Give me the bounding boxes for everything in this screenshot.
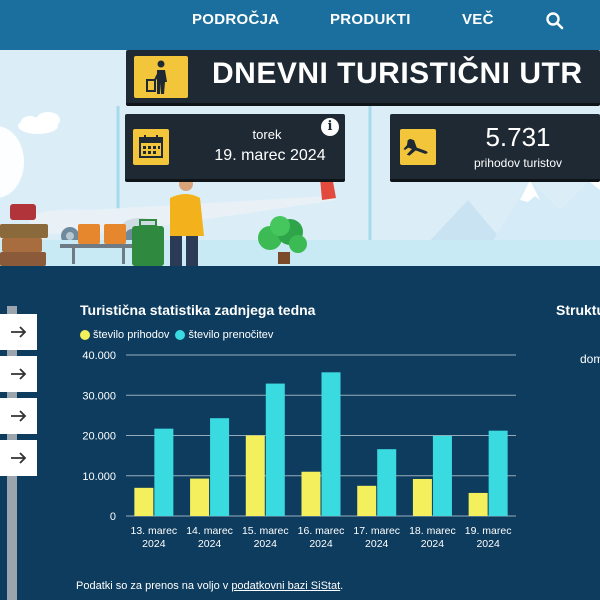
calendar-icon [133, 129, 169, 165]
arrivals-board: 5.731 prihodov turistov [390, 114, 600, 182]
legend-swatch-nights [175, 330, 186, 340]
data-source-note: Podatki so za prenos na voljo v podatkov… [76, 580, 343, 592]
chart-title: Turistična statistika zadnjega tedna [80, 302, 316, 318]
bar-nights [154, 428, 174, 516]
arrow-button-2[interactable] [0, 356, 37, 392]
x-tick-label: 2024 [476, 538, 500, 550]
sistat-link[interactable]: podatkovni bazi SiStat [231, 580, 340, 592]
x-tick-label: 2024 [254, 538, 278, 550]
x-tick-label: 2024 [198, 538, 222, 550]
y-tick-label: 40.000 [82, 350, 116, 362]
green-suitcase [132, 226, 164, 266]
data-source-prefix: Podatki so za prenos na voljo v [76, 580, 232, 592]
arrow-right-icon [10, 452, 26, 464]
arrow-button-3[interactable] [0, 398, 37, 434]
date-board: torek 19. marec 2024 i [125, 114, 345, 182]
bar-arrivals [412, 478, 432, 516]
bar-arrivals [190, 478, 210, 516]
structure-chart-title: Struktu [556, 302, 600, 318]
nav-item-vec[interactable]: VEČ [462, 11, 494, 28]
x-tick-label: 2024 [365, 538, 389, 550]
bar-nights [321, 372, 341, 516]
arrivals-label: prihodov turistov [473, 156, 563, 170]
x-tick-label: 16. marec [298, 525, 345, 537]
date-day: torek [252, 127, 282, 142]
title-board: DNEVNI TURISTIČNI UTR [126, 50, 600, 106]
y-tick-label: 10.000 [82, 471, 116, 483]
legend-label-nights: število prenočitev [188, 329, 274, 341]
y-tick-label: 0 [110, 511, 116, 523]
arrow-right-icon [10, 368, 26, 380]
arrivals-count: 5.731 [485, 122, 551, 152]
bar-nights [432, 435, 452, 516]
bar-arrivals [357, 485, 377, 516]
info-icon[interactable]: i [321, 118, 339, 136]
x-tick-label: 2024 [309, 538, 333, 550]
date-value: 19. marec 2024 [214, 147, 326, 164]
bar-nights [265, 383, 285, 516]
bar-arrivals [468, 492, 488, 516]
arrow-button-1[interactable] [0, 314, 37, 350]
y-tick-label: 30.000 [82, 390, 116, 402]
arrow-right-icon [10, 326, 26, 338]
arrow-right-icon [10, 410, 26, 422]
x-tick-label: 2024 [421, 538, 445, 550]
x-tick-label: 17. marec [353, 525, 400, 537]
data-source-suffix: . [340, 580, 344, 592]
nav-item-podrocja[interactable]: PODROČJA [192, 11, 279, 28]
x-tick-label: 2024 [142, 538, 166, 550]
hero-banner: DNEVNI TURISTIČNI UTR torek 19. marec 20… [0, 50, 600, 266]
legend-item-arrivals[interactable]: število prihodov [80, 329, 169, 341]
bar-chart: 010.00020.00030.00040.00013. marec202414… [82, 350, 516, 550]
bar-nights [210, 418, 230, 516]
page-title: DNEVNI TURISTIČNI UTR [212, 57, 583, 90]
x-tick-label: 15. marec [242, 525, 289, 537]
bar-arrivals [134, 487, 154, 516]
airplane-arrival-icon [400, 129, 436, 165]
arrow-button-4[interactable] [0, 440, 37, 476]
y-tick-label: 20.000 [82, 431, 116, 443]
traveler-icon [134, 56, 188, 98]
legend-item-nights[interactable]: število prenočitev [175, 329, 273, 341]
bar-arrivals [245, 435, 265, 516]
legend-swatch-arrivals [80, 330, 90, 340]
legend-label-arrivals: število prihodov [93, 329, 170, 341]
x-tick-label: 19. marec [465, 525, 512, 537]
bar-nights [377, 449, 397, 516]
bar-nights [488, 430, 508, 516]
bar-arrivals [301, 471, 321, 516]
nav-item-produkti[interactable]: PRODUKTI [330, 11, 411, 28]
x-tick-label: 18. marec [409, 525, 456, 537]
chart-legend: število prihodov število prenočitev [80, 329, 279, 341]
x-tick-label: 13. marec [131, 525, 178, 537]
top-navigation: PODROČJA PRODUKTI VEČ [0, 0, 600, 50]
search-icon[interactable] [544, 10, 566, 32]
structure-chart-label: dom [580, 352, 600, 366]
x-tick-label: 14. marec [186, 525, 233, 537]
